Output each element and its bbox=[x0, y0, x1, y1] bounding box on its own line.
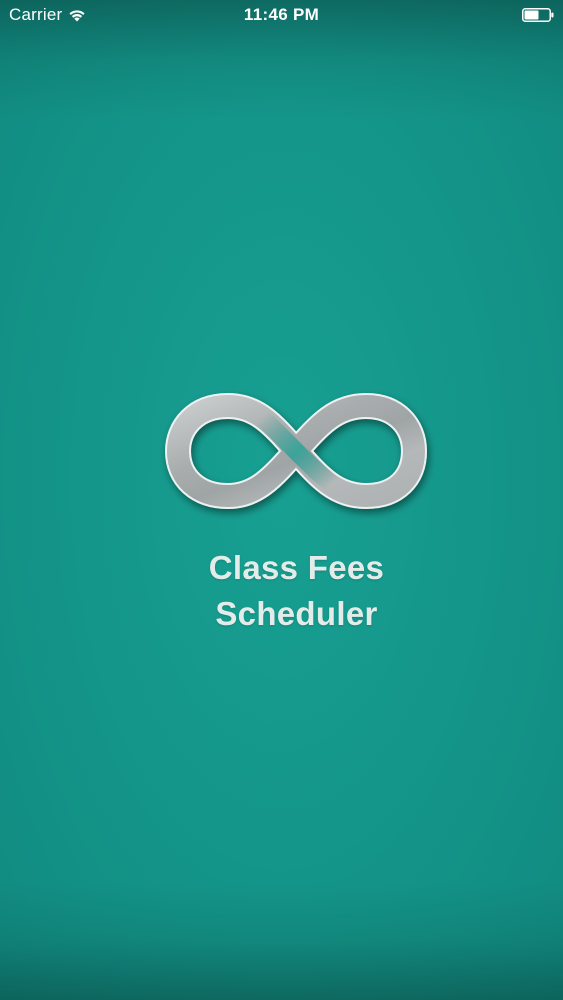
app-title: Class Fees Scheduler bbox=[0, 545, 563, 637]
app-title-line-2: Scheduler bbox=[215, 595, 378, 632]
infinity-logo-icon bbox=[160, 378, 432, 524]
app-title-line-1: Class Fees bbox=[208, 549, 385, 586]
battery-icon bbox=[522, 8, 554, 22]
status-bar: Carrier 11:46 PM bbox=[0, 0, 563, 30]
splash-screen: Carrier 11:46 PM Class Fees Scheduler bbox=[0, 0, 563, 1000]
status-time: 11:46 PM bbox=[243, 5, 320, 24]
